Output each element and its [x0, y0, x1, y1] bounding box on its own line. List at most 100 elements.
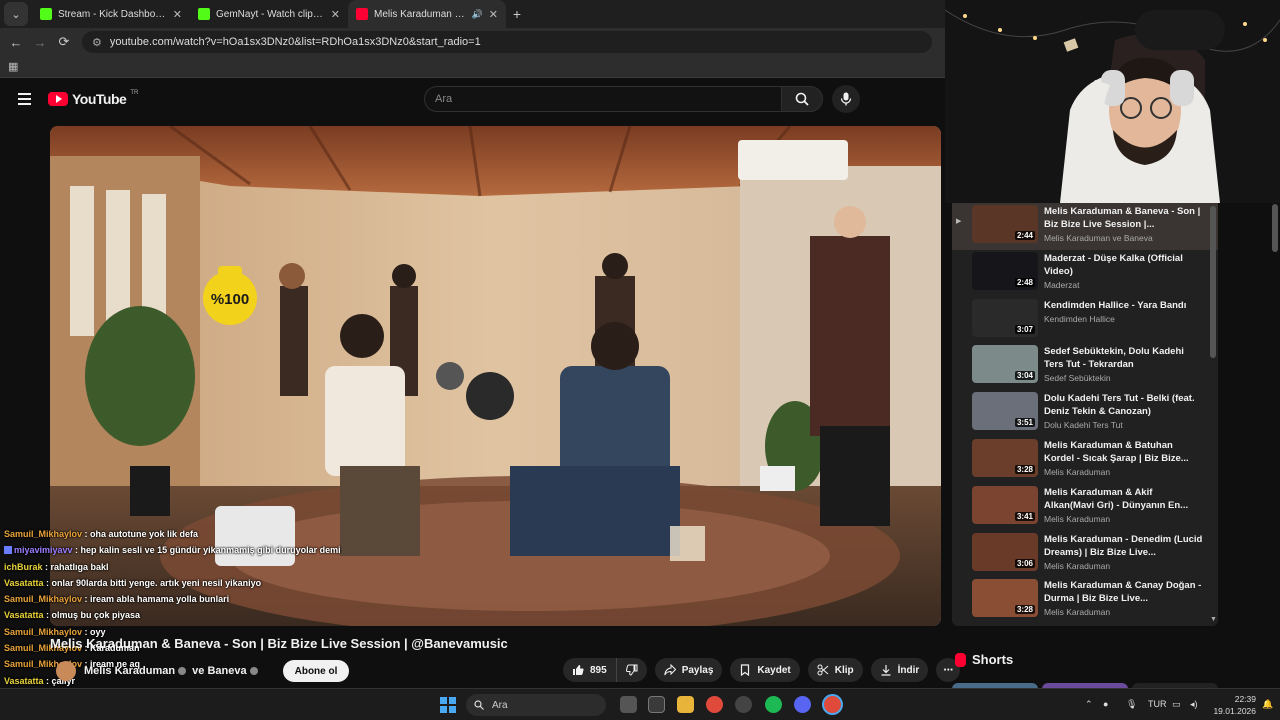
save-button[interactable]: Kaydet [730, 658, 800, 682]
apps-grid-icon[interactable]: ▦ [8, 60, 18, 73]
playlist-thumbnail[interactable]: 3:04 [972, 345, 1038, 384]
reload-button[interactable]: ⟳ [52, 34, 76, 50]
voice-search-button[interactable] [832, 85, 860, 113]
playlist-item-title[interactable]: Melis Karaduman & Baneva - Son | Biz Biz… [1044, 205, 1204, 231]
notification-bell-icon[interactable]: 🔔 [1262, 699, 1273, 710]
playlist-item[interactable]: 3:41 Melis Karaduman & Akif Alkan(Mavi Gr… [952, 484, 1218, 531]
chat-username: Vasatatta [4, 577, 44, 588]
playlist-thumbnail[interactable]: 3:28 [972, 438, 1038, 477]
channel-name-2[interactable]: Baneva [207, 665, 246, 677]
obs-icon[interactable] [735, 696, 752, 713]
chat-username: miyavimiyavv [14, 545, 73, 556]
chat-message: ichBurak : rahatlıga bakl [4, 559, 424, 575]
volume-icon[interactable]: ◂) [1190, 699, 1198, 710]
playlist-item-title[interactable]: Maderzat - Düşe Kalka (Official Video) [1044, 252, 1204, 278]
playlist-scrollbar[interactable] [1210, 206, 1216, 358]
playlist-item-title[interactable]: Kendimden Hallice - Yara Bandı [1044, 299, 1204, 312]
playlist-item[interactable]: 3:06 Melis Karaduman - Denedim (Lucid Dre… [952, 531, 1218, 578]
forward-button[interactable]: → [28, 35, 52, 50]
playlist-item-channel: Melis Karaduman [1044, 560, 1111, 571]
task-view-icon[interactable] [620, 696, 637, 713]
tab-close-icon[interactable]: ✕ [331, 8, 340, 21]
dislike-button[interactable] [615, 658, 647, 682]
now-playing-icon [956, 533, 966, 578]
like-button[interactable]: 895 [563, 658, 616, 682]
playlist-item-title[interactable]: Sedef Sebüktekin, Dolu Kadehi Ters Tut -… [1044, 345, 1204, 371]
playlist-item[interactable]: 2:48 Maderzat - Düşe Kalka (Official Vide… [952, 250, 1218, 297]
playlist-thumbnail[interactable]: 3:41 [972, 485, 1038, 524]
playlist-item[interactable]: 3:04 Sedef Sebüktekin, Dolu Kadehi Ters T… [952, 343, 1218, 390]
tab-audio-icon[interactable]: 🔊 [472, 9, 483, 20]
taskbar-search[interactable]: Ara [466, 694, 606, 716]
now-playing-icon [956, 579, 966, 624]
chat-text: iream abla hamama yolla bunlari [90, 594, 230, 605]
playlist-item-title[interactable]: Melis Karaduman & Canay Doğan - Durma | … [1044, 579, 1204, 605]
microphone-tray-icon[interactable]: 🎙 [1126, 699, 1137, 710]
playlist-item[interactable]: Melis Karaduman & Sattas - [952, 624, 1218, 626]
playlist-thumbnail[interactable]: 3:07 [972, 298, 1038, 337]
playlist-item[interactable]: ▶ 2:44 Melis Karaduman & Baneva - Son | Bi… [952, 203, 1218, 250]
windows-start-icon[interactable] [440, 697, 456, 713]
clip-button[interactable]: Klip [807, 658, 863, 682]
discord-icon[interactable] [794, 696, 811, 713]
new-tab-button[interactable]: + [506, 0, 528, 28]
scissors-icon [817, 664, 829, 676]
tray-chevron-icon[interactable]: ⌃ [1085, 699, 1093, 710]
playlist-thumbnail[interactable]: 3:51 [972, 392, 1038, 431]
youtube-logo[interactable]: YouTube TR [48, 90, 138, 107]
tab-close-icon[interactable]: ✕ [489, 8, 498, 21]
spotify-icon[interactable] [765, 696, 782, 713]
language-indicator[interactable]: TUR [1148, 699, 1167, 709]
channel-name-1[interactable]: Melis Karaduman [84, 665, 175, 677]
subscribe-button[interactable]: Abone ol [282, 660, 350, 682]
address-bar[interactable]: ⚙ youtube.com/watch?v=hOa1sx3DNz0&list=R… [82, 31, 932, 53]
playlist-scroll-down-icon[interactable]: ▼ [1210, 616, 1217, 623]
download-label: İndir [897, 664, 920, 676]
search-input[interactable]: Ara [424, 86, 782, 112]
site-info-icon[interactable]: ⚙ [92, 36, 102, 49]
tab-search-button[interactable]: ⌄ [4, 2, 28, 26]
playlist-item-title[interactable]: Dolu Kadehi Ters Tut - Belki (feat. Deni… [1044, 392, 1204, 418]
playlist-item-channel: Sedef Sebüktekin [1044, 373, 1111, 384]
playlist-item-title[interactable]: Melis Karaduman & Akif Alkan(Mavi Gri) -… [1044, 486, 1204, 512]
browser-toolbar: ← → ⟳ ⚙ youtube.com/watch?v=hOa1sx3DNz0&… [0, 28, 945, 56]
playlist-item[interactable]: 3:51 Dolu Kadehi Ters Tut - Belki (feat. … [952, 390, 1218, 437]
chat-separator: : [43, 610, 52, 621]
chrome-active-icon[interactable] [824, 696, 841, 713]
channel-names[interactable]: Melis Karaduman ve Baneva [84, 665, 261, 677]
browser-tab[interactable]: Melis Karaduman & Baneva 🔊 ✕ [348, 0, 506, 28]
store-icon[interactable] [648, 696, 665, 713]
chrome-icon[interactable] [706, 696, 723, 713]
playlist-thumbnail[interactable]: 3:06 [972, 532, 1038, 571]
tab-close-icon[interactable]: ✕ [173, 8, 182, 21]
menu-icon[interactable] [18, 93, 31, 108]
playlist-item-channel: Melis Karaduman [1044, 513, 1111, 524]
playlist-item[interactable]: 3:28 Melis Karaduman & Canay Doğan - Durm… [952, 577, 1218, 624]
chat-text: olmuş bu çok piyasa [51, 610, 141, 621]
browser-tab[interactable]: Stream - Kick Dashboard ✕ [32, 0, 190, 28]
windows-taskbar: Ara ⌃ ● 🎙 TUR ▭ ◂) 22:39 19.01.2026 🔔 [0, 688, 1280, 720]
playlist-item-title[interactable]: Melis Karaduman & Batuhan Kordel - Sıcak… [1044, 439, 1204, 465]
playlist-item-title[interactable]: Melis Karaduman - Denedim (Lucid Dreams)… [1044, 533, 1204, 559]
playlist-thumbnail[interactable]: 2:48 [972, 251, 1038, 290]
playlist-thumbnail[interactable]: 2:44 [972, 205, 1038, 243]
browser-tab[interactable]: GemNayt - Watch clips on Kick ✕ [190, 0, 348, 28]
tray-app-icon[interactable]: ● [1103, 699, 1108, 709]
search-button[interactable] [781, 86, 823, 112]
page-scrollbar[interactable] [1272, 204, 1278, 252]
channel-avatar[interactable] [56, 661, 76, 681]
back-button[interactable]: ← [4, 35, 28, 50]
now-playing-icon [956, 392, 966, 437]
share-button[interactable]: Paylaş [654, 658, 723, 682]
playlist-item[interactable]: 3:28 Melis Karaduman & Batuhan Kordel - S… [952, 437, 1218, 484]
taskbar-clock[interactable]: 22:39 19.01.2026 [1212, 693, 1256, 717]
now-playing-icon [956, 252, 966, 297]
playlist-item[interactable]: 3:07 Kendimden Hallice - Yara Bandı Kendim… [952, 297, 1218, 344]
download-button[interactable]: İndir [870, 658, 929, 682]
network-icon[interactable]: ▭ [1172, 699, 1181, 710]
playlist-item-channel: Kendimden Hallice [1044, 313, 1115, 324]
video-duration: 3:51 [1014, 418, 1035, 428]
clock-date: 19.01.2026 [1213, 706, 1256, 716]
file-explorer-icon[interactable] [677, 696, 694, 713]
playlist-thumbnail[interactable]: 3:28 [972, 579, 1038, 618]
